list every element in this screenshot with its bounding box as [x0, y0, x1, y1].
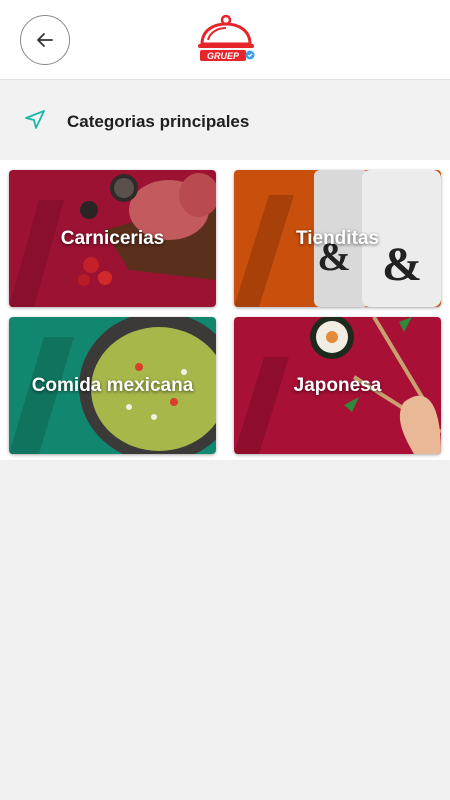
category-label: Japonesa [293, 374, 382, 396]
brand-logo: GRUEP [194, 12, 258, 64]
category-label: Carnicerias [60, 227, 165, 249]
category-card-carnicerias[interactable]: Carnicerias [9, 170, 216, 307]
app-header: GRUEP [0, 0, 450, 80]
back-button[interactable] [20, 15, 70, 65]
category-card-japonesa[interactable]: Japonesa [234, 317, 441, 454]
category-card-comida-mexicana[interactable]: Comida mexicana [9, 317, 216, 454]
category-label: Comida mexicana [31, 374, 194, 396]
category-grid: Carnicerias & & Tienditas Comida mexican… [0, 160, 450, 460]
arrow-left-icon [37, 33, 53, 47]
svg-text:GRUEP: GRUEP [207, 51, 240, 61]
category-card-tienditas[interactable]: & & Tienditas [234, 170, 441, 307]
category-label: Tienditas [295, 227, 380, 249]
section-title: Categorias principales [67, 112, 250, 131]
navigation-arrow-icon [25, 110, 45, 129]
section-header: Categorias principales [0, 80, 450, 160]
